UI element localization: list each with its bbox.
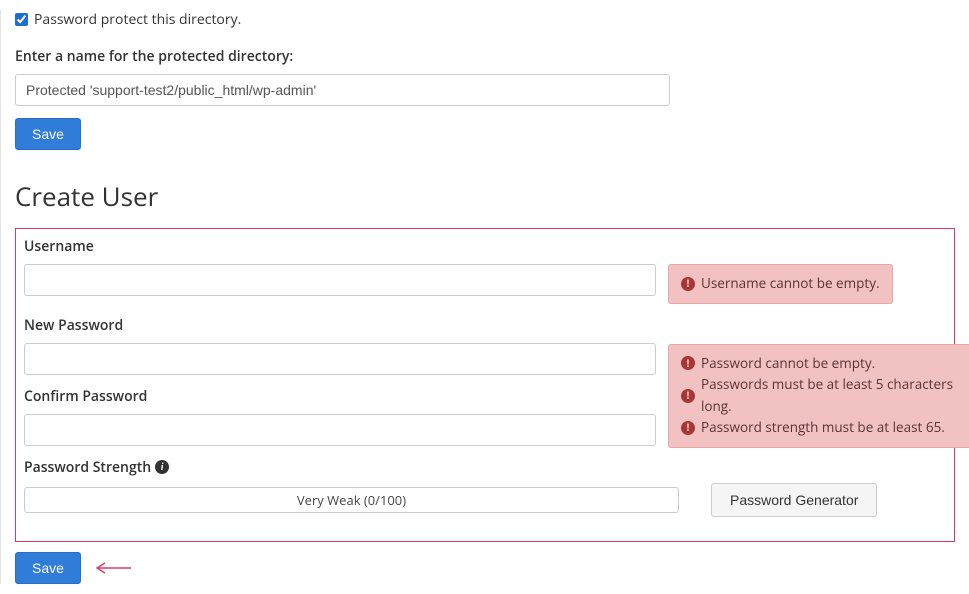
directory-name-input[interactable]: [15, 74, 670, 106]
error-icon: !: [681, 421, 695, 435]
create-user-heading: Create User: [15, 178, 955, 214]
password-error-text-0: Password cannot be empty.: [701, 353, 875, 375]
save-user-button[interactable]: Save: [15, 552, 81, 584]
error-icon: !: [681, 277, 695, 291]
save-directory-button[interactable]: Save: [15, 118, 81, 150]
protect-checkbox-label: Password protect this directory.: [34, 10, 241, 29]
username-error: ! Username cannot be empty.: [668, 264, 893, 304]
new-password-label: New Password: [24, 316, 656, 335]
arrow-annotation-icon: [95, 561, 131, 575]
username-input[interactable]: [24, 264, 656, 296]
password-strength-label: Password Strength: [24, 458, 151, 477]
password-errors: ! Password cannot be empty. ! Passwords …: [668, 344, 969, 448]
error-icon: !: [681, 356, 695, 370]
password-error-text-1: Passwords must be at least 5 characters …: [701, 374, 969, 417]
confirm-password-label: Confirm Password: [24, 387, 656, 406]
new-password-input[interactable]: [24, 343, 656, 375]
username-error-text: Username cannot be empty.: [701, 273, 880, 295]
password-error-text-2: Password strength must be at least 65.: [701, 417, 945, 439]
create-user-panel: Username ! Username cannot be empty. New…: [15, 228, 955, 542]
password-strength-meter: Very Weak (0/100): [24, 487, 679, 513]
error-icon: !: [681, 389, 695, 403]
username-label: Username: [24, 237, 946, 256]
directory-name-label: Enter a name for the protected directory…: [15, 47, 955, 66]
protect-directory-section: Password protect this directory. Enter a…: [15, 10, 955, 150]
confirm-password-input[interactable]: [24, 414, 656, 446]
info-icon[interactable]: i: [155, 460, 169, 474]
password-generator-button[interactable]: Password Generator: [711, 483, 877, 517]
protect-checkbox[interactable]: [15, 13, 28, 26]
